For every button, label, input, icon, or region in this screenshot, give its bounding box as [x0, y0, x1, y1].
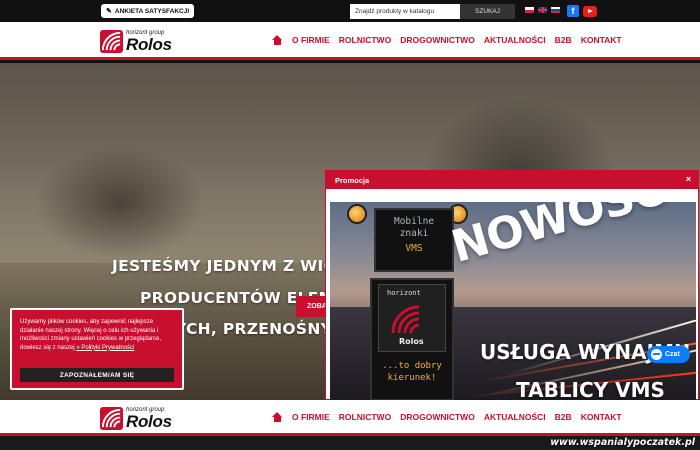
cookie-text: Używamy plików cookies, aby zapewnić naj… — [20, 318, 174, 352]
nav-item-drogownictwo[interactable]: DROGOWNICTWO — [400, 35, 475, 45]
rolos-logo-icon — [100, 30, 123, 53]
privacy-policy-link[interactable]: » Polityki Prywatności — [76, 345, 134, 351]
rolos-logo-icon — [100, 407, 123, 430]
vms-sign-top: Mobilne znaki VMS — [374, 208, 454, 272]
promo-popup: Promocja × Mobilne znaki VMS horizont Ro… — [325, 170, 699, 401]
home-icon[interactable] — [272, 412, 283, 422]
vms-sign-bottom: horizont Rolos ...to dobry kierunek! — [370, 278, 454, 401]
rolos-logo[interactable]: horizont group Rolos — [100, 28, 172, 55]
vms-logo-panel: horizont Rolos — [378, 284, 446, 352]
language-switcher — [525, 7, 560, 13]
nav-item-aktualnosci[interactable]: AKTUALNOŚCI — [484, 412, 546, 422]
warning-lamp-icon — [347, 204, 367, 224]
top-bar: ✎ ANKIETA SATYSFAKCJI SZUKAJ f — [0, 0, 700, 22]
watermark: www.wspanialypoczatek.pl — [550, 437, 695, 448]
page: ✎ ANKIETA SATYSFAKCJI SZUKAJ f — [0, 0, 700, 450]
promo-image[interactable]: Mobilne znaki VMS horizont Rolos ...to d… — [330, 202, 696, 401]
chat-label: Czat — [665, 351, 680, 358]
cookie-accept-button[interactable]: ZAPOZNAŁEM/AM SIĘ — [20, 368, 174, 382]
nav-item-b2b[interactable]: B2B — [555, 412, 572, 422]
nav-item-kontakt[interactable]: KONTAKT — [581, 35, 622, 45]
vms-logo-subtitle: horizont — [387, 289, 421, 297]
rolos-arcs-icon — [391, 305, 420, 334]
nav-item-rolnictwo[interactable]: ROLNICTWO — [339, 412, 391, 422]
flag-en-icon[interactable] — [538, 7, 547, 13]
vms-bottom-line-1: ...to dobry — [382, 361, 442, 371]
promo-headline: NOWOŚĆ — [445, 202, 670, 273]
flag-ru-icon[interactable] — [551, 7, 560, 13]
home-icon[interactable] — [272, 35, 283, 45]
logo-name: Rolos — [126, 412, 172, 431]
nav-item-drogownictwo[interactable]: DROGOWNICTWO — [400, 412, 475, 422]
promo-header: Promocja × — [326, 171, 698, 189]
rolos-logo[interactable]: horizont group Rolos — [100, 405, 172, 432]
vms-logo-name: Rolos — [399, 337, 424, 346]
messenger-icon — [651, 349, 662, 360]
sticky-nav: O FIRMIE ROLNICTWO DROGOWNICTWO AKTUALNO… — [272, 412, 622, 422]
search-input[interactable] — [350, 4, 460, 19]
survey-label: ANKIETA SATYSFAKCJI — [114, 7, 190, 15]
edit-icon: ✎ — [106, 8, 112, 15]
main-nav: O FIRMIE ROLNICTWO DROGOWNICTWO AKTUALNO… — [272, 35, 622, 45]
chat-button[interactable]: Czat — [647, 346, 690, 363]
nav-item-b2b[interactable]: B2B — [555, 35, 572, 45]
nav-item-o-firmie[interactable]: O FIRMIE — [292, 412, 330, 422]
vms-top-line-2: znaki — [399, 228, 429, 239]
main-header: horizont group Rolos O FIRMIE ROLNICTWO … — [0, 22, 700, 60]
logo-name: Rolos — [126, 35, 172, 54]
catalog-search: SZUKAJ — [350, 4, 515, 19]
survey-button[interactable]: ✎ ANKIETA SATYSFAKCJI — [101, 4, 195, 18]
vms-top-line-3: VMS — [405, 243, 423, 254]
promo-title: Promocja — [335, 176, 370, 185]
search-button[interactable]: SZUKAJ — [460, 4, 515, 19]
vms-bottom-text: ...to dobry kierunek! — [376, 360, 448, 384]
facebook-icon[interactable]: f — [567, 5, 579, 17]
close-icon[interactable]: × — [683, 174, 694, 185]
promo-subline-2: TABLICY VMS — [516, 378, 665, 401]
sticky-header: horizont group Rolos O FIRMIE ROLNICTWO … — [0, 400, 700, 436]
vms-top-line-1: Mobilne — [393, 216, 435, 227]
flag-pl-icon[interactable] — [525, 7, 534, 13]
nav-item-rolnictwo[interactable]: ROLNICTWO — [339, 35, 391, 45]
nav-item-aktualnosci[interactable]: AKTUALNOŚCI — [484, 35, 546, 45]
nav-item-o-firmie[interactable]: O FIRMIE — [292, 35, 330, 45]
social-links: f — [567, 5, 597, 17]
nav-item-kontakt[interactable]: KONTAKT — [581, 412, 622, 422]
youtube-icon[interactable] — [583, 6, 597, 17]
cookie-banner: Używamy plików cookies, aby zapewnić naj… — [10, 308, 184, 390]
vms-bottom-line-2: kierunek! — [387, 373, 437, 383]
